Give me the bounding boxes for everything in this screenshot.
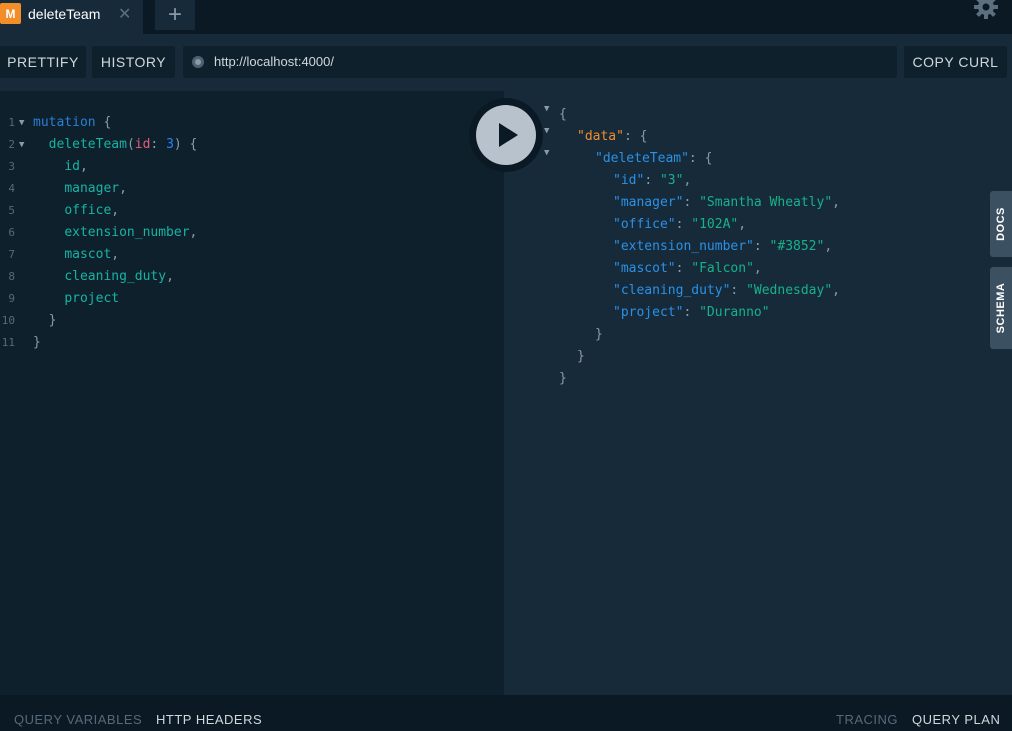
query-field: mascot: [64, 247, 112, 262]
line-number: 11: [1, 336, 15, 349]
query-field: cleaning_duty: [64, 269, 167, 284]
copy-curl-button[interactable]: COPY CURL: [904, 46, 1007, 78]
result-key: "extension_number": [613, 239, 754, 254]
close-icon[interactable]: ✕: [118, 4, 131, 24]
tab-bar: M deleteTeam ✕ +: [0, 0, 1012, 34]
result-entry: "manager": "Smantha Wheatly",: [613, 195, 840, 210]
schema-tab-label: SCHEMA: [995, 282, 1007, 334]
result-entry: "id": "3",: [613, 173, 692, 188]
connection-status-icon: [192, 56, 204, 68]
query-field: extension_number: [64, 225, 190, 240]
query-line: 11 }: [0, 332, 504, 354]
fold-triangle-icon[interactable]: ▼: [19, 134, 24, 156]
tab-deleteteam[interactable]: M deleteTeam ✕: [0, 0, 143, 34]
new-tab-button[interactable]: +: [155, 0, 195, 30]
result-line: "data": {: [577, 129, 648, 144]
endpoint-url-input[interactable]: http://localhost:4000/: [183, 46, 897, 78]
fold-triangle-icon[interactable]: ▼: [544, 126, 549, 136]
query-line: 8 cleaning_duty,: [0, 266, 504, 288]
query-field: id: [64, 159, 80, 174]
query-line: 10 }: [0, 310, 504, 332]
result-value: "Wednesday": [746, 283, 833, 298]
result-operation-key: "deleteTeam": [595, 151, 689, 166]
result-value: "102A": [691, 217, 739, 232]
result-entry: "cleaning_duty": "Wednesday",: [613, 283, 840, 298]
fold-triangle-icon[interactable]: ▼: [19, 112, 24, 134]
result-line: }: [559, 371, 567, 386]
result-value: "3": [659, 173, 684, 188]
operation-name: deleteTeam: [48, 137, 127, 152]
fold-triangle-icon[interactable]: ▼: [544, 104, 549, 114]
result-viewer[interactable]: [504, 91, 1012, 695]
argument-name: id: [134, 137, 151, 152]
query-variables-tab[interactable]: QUERY VARIABLES: [14, 712, 142, 727]
result-entry: "project": "Duranno": [613, 305, 770, 320]
mutation-badge: M: [0, 3, 21, 24]
result-entry: "mascot": "Falcon",: [613, 261, 762, 276]
run-query-button[interactable]: [469, 98, 543, 172]
result-data-key: "data": [577, 129, 624, 144]
result-value: "#3852": [769, 239, 825, 254]
line-number: 10: [1, 314, 15, 327]
result-entry: "extension_number": "#3852",: [613, 239, 833, 254]
query-field: office: [64, 203, 112, 218]
result-key: "office": [613, 217, 676, 232]
result-line: }: [595, 327, 603, 342]
result-key: "manager": [613, 195, 684, 210]
query-plan-tab[interactable]: QUERY PLAN: [912, 712, 1000, 727]
query-line: 1 ▼ mutation {: [0, 112, 504, 134]
query-line: 2 ▼ deleteTeam(id: 3) {: [0, 134, 504, 156]
toolbar: PRETTIFY HISTORY http://localhost:4000/ …: [0, 34, 1012, 91]
endpoint-url-text: http://localhost:4000/: [214, 54, 334, 69]
query-line: 3 id,: [0, 156, 504, 178]
result-key: "cleaning_duty": [613, 283, 731, 298]
line-number: 3: [8, 160, 15, 173]
mutation-keyword: mutation: [33, 115, 96, 130]
docs-tab[interactable]: DOCS: [990, 191, 1012, 257]
result-key: "id": [613, 173, 645, 188]
history-button[interactable]: HISTORY: [92, 46, 175, 78]
schema-tab[interactable]: SCHEMA: [990, 267, 1012, 349]
bottom-bar: QUERY VARIABLES HTTP HEADERS TRACING QUE…: [0, 695, 1012, 731]
query-line: 6 extension_number,: [0, 222, 504, 244]
play-icon: [499, 123, 518, 147]
query-line: 5 office,: [0, 200, 504, 222]
query-editor[interactable]: 1 ▼ mutation { 2 ▼ deleteTeam(id: 3) { 3…: [0, 91, 504, 695]
line-number: 5: [8, 204, 15, 217]
fold-triangle-icon[interactable]: ▼: [544, 148, 549, 158]
result-line: {: [559, 107, 567, 122]
line-number: 4: [8, 182, 15, 195]
docs-tab-label: DOCS: [995, 207, 1007, 241]
line-number: 6: [8, 226, 15, 239]
result-entry: "office": "102A",: [613, 217, 747, 232]
http-headers-tab[interactable]: HTTP HEADERS: [156, 712, 262, 727]
query-field: manager: [64, 181, 120, 196]
result-value: "Duranno": [699, 305, 770, 320]
result-line: "deleteTeam": {: [595, 151, 713, 166]
line-number: 8: [8, 270, 15, 283]
line-number: 1: [8, 116, 15, 129]
query-line: 4 manager,: [0, 178, 504, 200]
line-number: 7: [8, 248, 15, 261]
query-line: 7 mascot,: [0, 244, 504, 266]
result-key: "project": [613, 305, 684, 320]
line-number: 9: [8, 292, 15, 305]
line-number: 2: [8, 138, 15, 151]
prettify-button[interactable]: PRETTIFY: [0, 46, 86, 78]
gear-icon[interactable]: [973, 0, 999, 20]
result-value: "Smantha Wheatly": [699, 195, 833, 210]
query-field: project: [64, 291, 120, 306]
tab-title: deleteTeam: [28, 6, 101, 22]
query-line: 9 project: [0, 288, 504, 310]
result-key: "mascot": [613, 261, 676, 276]
result-value: "Falcon": [691, 261, 754, 276]
result-line: }: [577, 349, 585, 364]
tracing-tab[interactable]: TRACING: [836, 712, 898, 727]
argument-value: 3: [166, 137, 174, 152]
